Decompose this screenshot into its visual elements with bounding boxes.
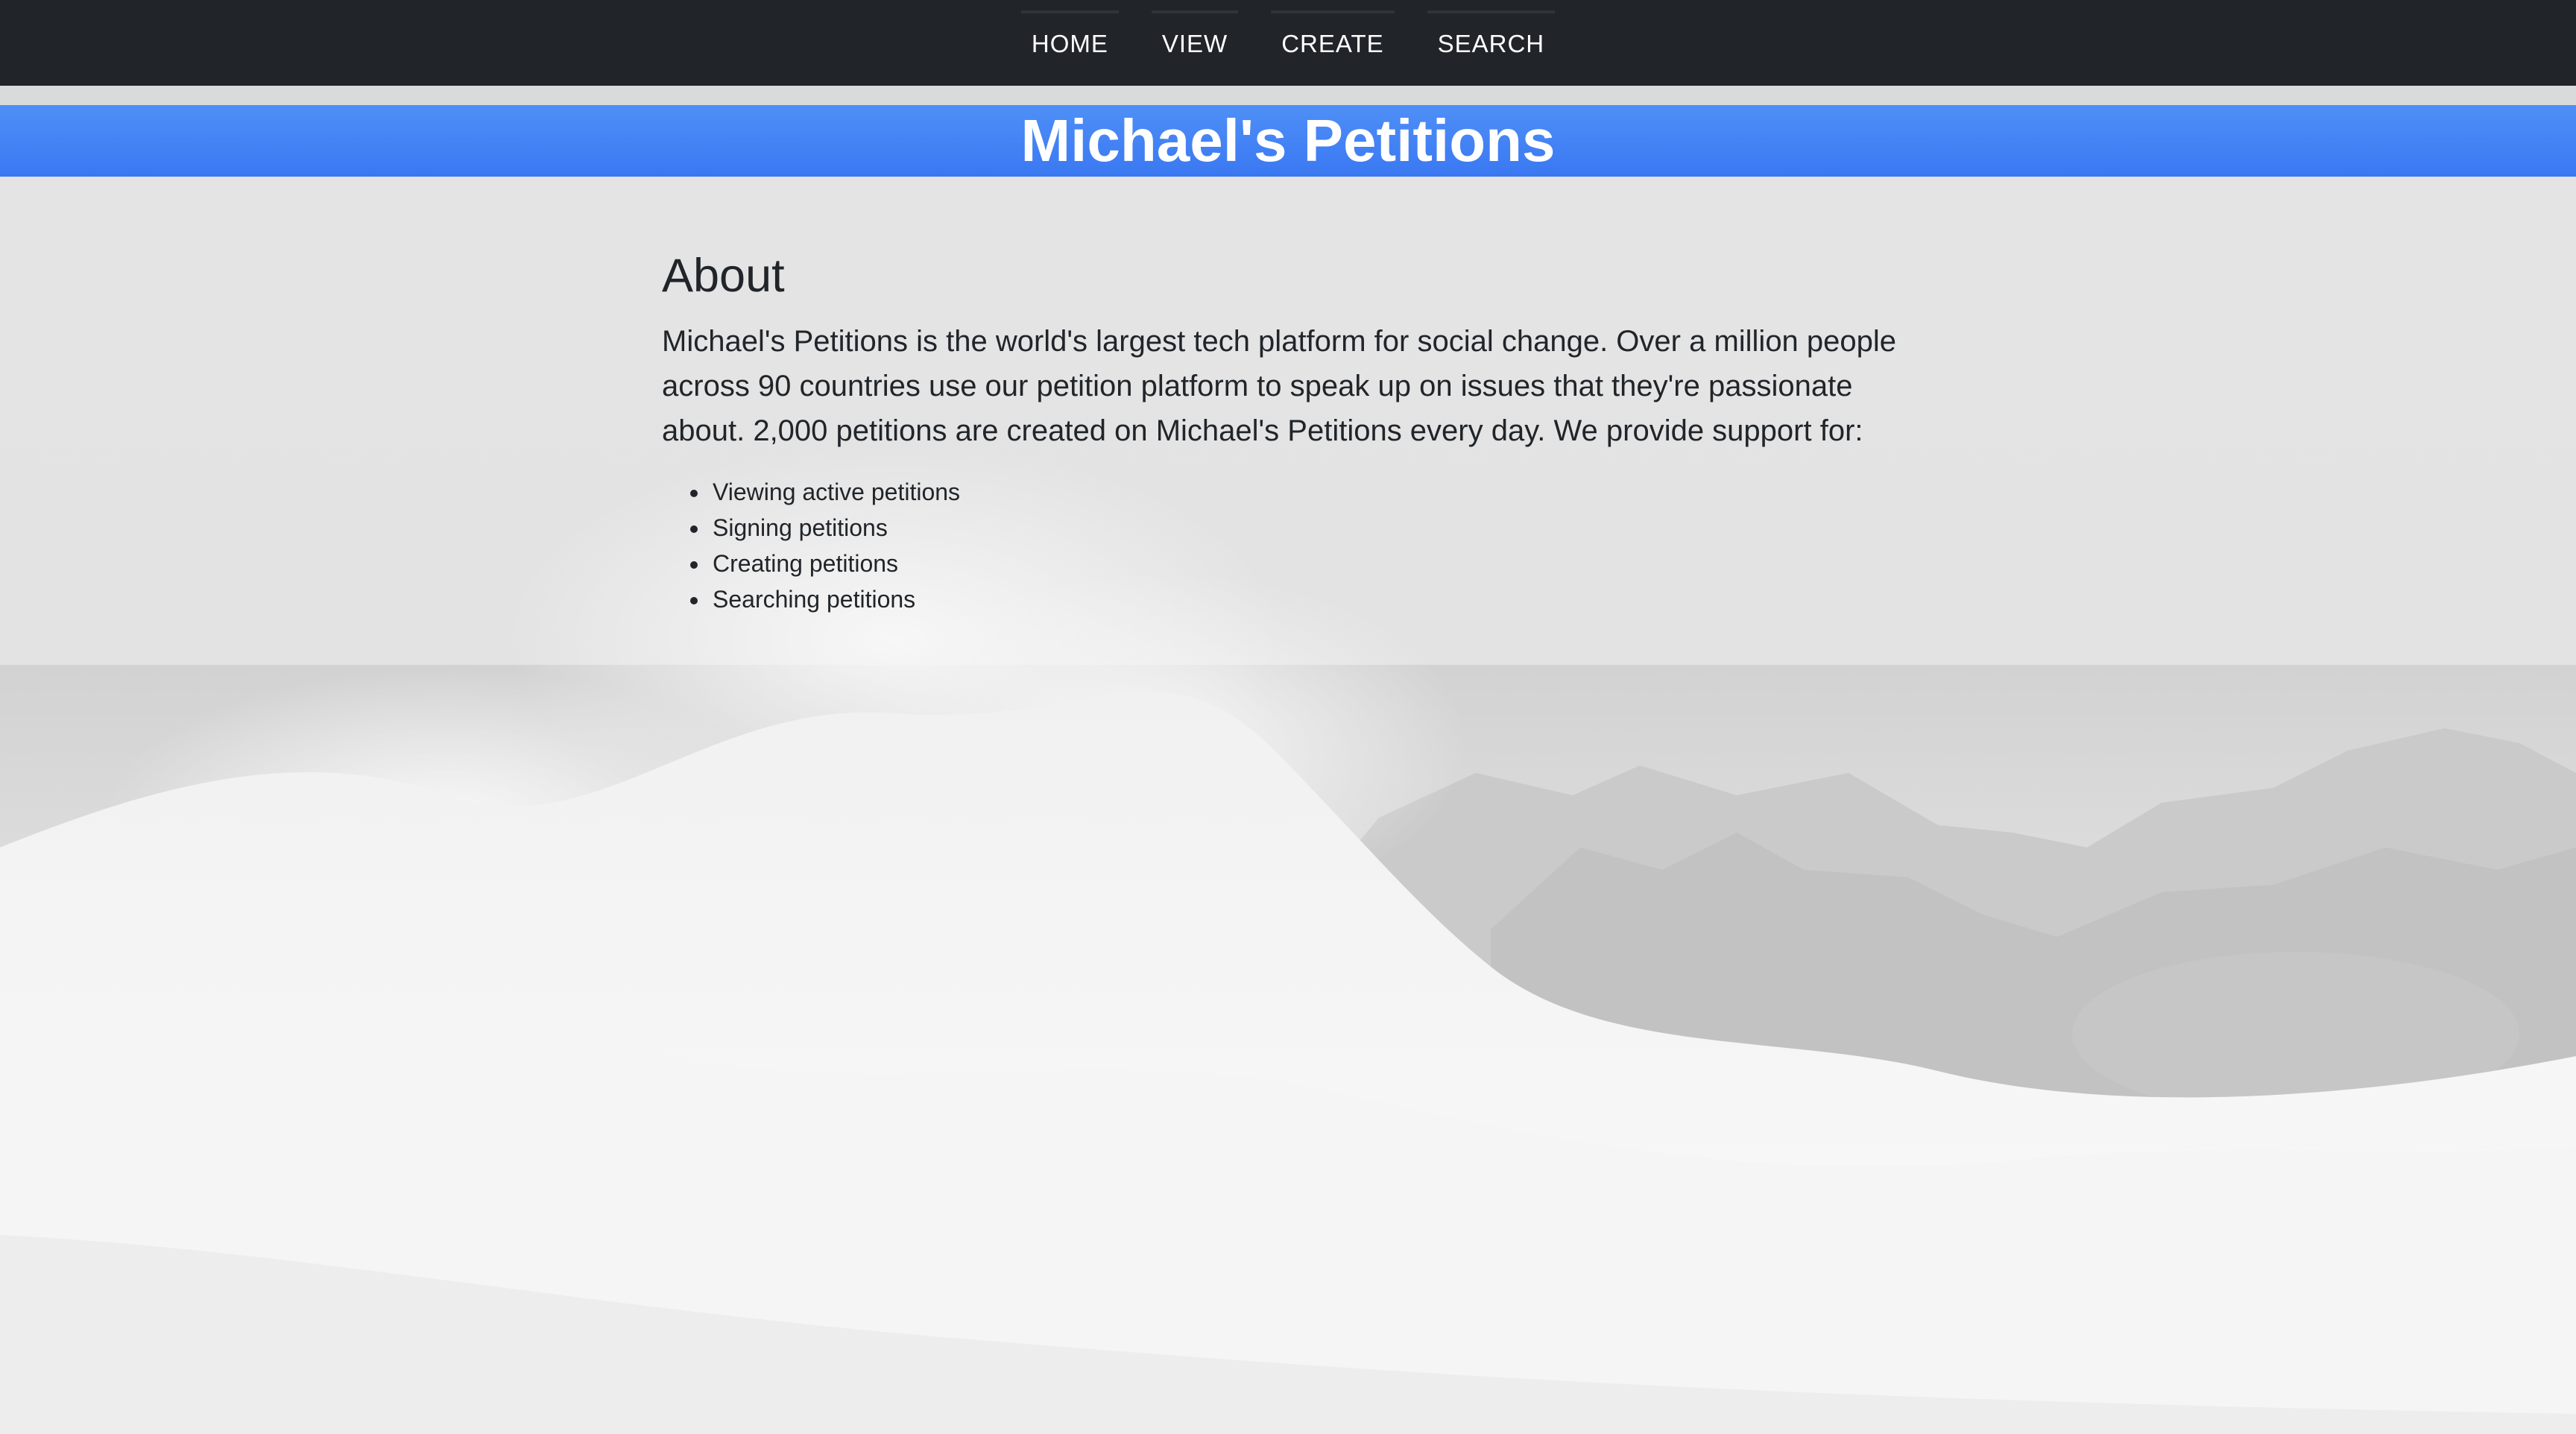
nav-create-link[interactable]: CREATE bbox=[1271, 10, 1395, 76]
about-heading: About bbox=[662, 250, 785, 302]
about-description: Michael's Petitions is the world's large… bbox=[662, 325, 1897, 447]
header-divider bbox=[0, 86, 2576, 105]
feature-list: Viewing active petitions Signing petitio… bbox=[662, 474, 1929, 617]
feature-item-creating: Creating petitions bbox=[710, 546, 1929, 581]
nav-view-link[interactable]: VIEW bbox=[1151, 10, 1239, 76]
feature-item-viewing: Viewing active petitions bbox=[710, 474, 1929, 510]
about-section: About Michael's Petitions is the world's… bbox=[662, 246, 1929, 617]
nav-menu: HOME VIEW CREATE SEARCH bbox=[1020, 10, 1556, 76]
nav-home-link[interactable]: HOME bbox=[1020, 10, 1119, 76]
feature-item-signing: Signing petitions bbox=[710, 510, 1929, 546]
page: HOME VIEW CREATE SEARCH Michael's Petiti… bbox=[0, 0, 2576, 1434]
feature-item-searching: Searching petitions bbox=[710, 581, 1929, 617]
site-title: Michael's Petitions bbox=[1020, 107, 1556, 174]
nav-search-link[interactable]: SEARCH bbox=[1427, 10, 1556, 76]
top-navbar: HOME VIEW CREATE SEARCH bbox=[0, 0, 2576, 86]
site-banner: Michael's Petitions bbox=[0, 105, 2576, 177]
